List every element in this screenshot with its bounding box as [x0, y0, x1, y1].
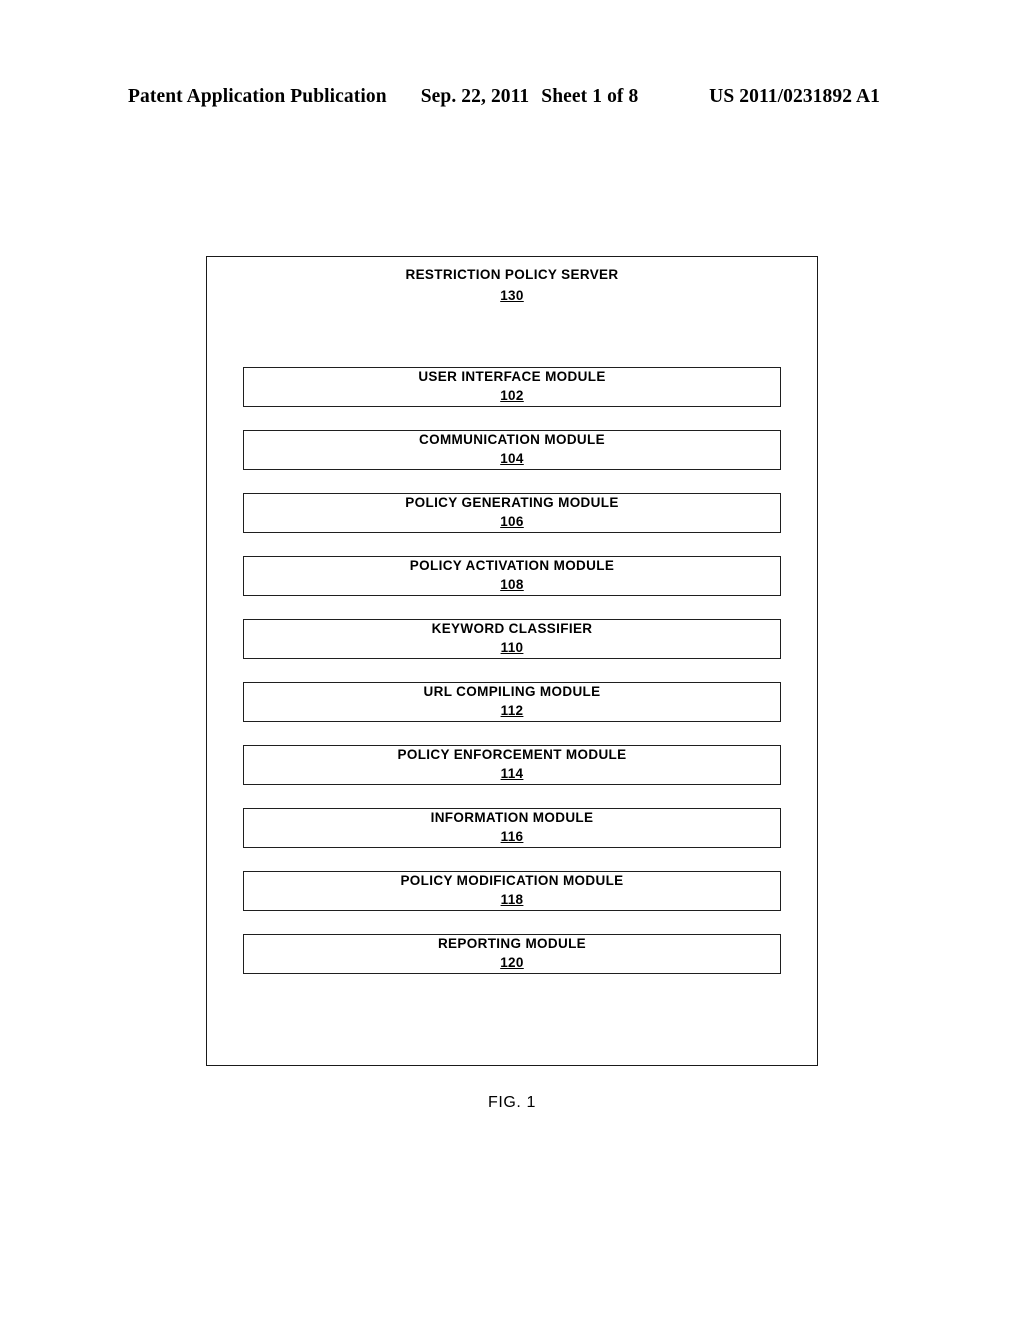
- module-label: POLICY GENERATING MODULE: [405, 495, 619, 511]
- module-policy-modification: POLICY MODIFICATION MODULE 118: [243, 871, 781, 911]
- module-label: USER INTERFACE MODULE: [418, 369, 606, 385]
- module-reference-number: 110: [500, 640, 524, 655]
- module-reference-number: 114: [500, 766, 524, 781]
- module-reference-number: 112: [500, 703, 524, 718]
- module-reference-number: 106: [500, 514, 524, 529]
- module-reference-number: 120: [500, 955, 524, 970]
- module-reference-number: 102: [500, 388, 524, 403]
- module-keyword-classifier: KEYWORD CLASSIFIER 110: [243, 619, 781, 659]
- sheet-number: Sheet 1 of 8: [541, 86, 639, 107]
- server-title-text: RESTRICTION POLICY SERVER: [405, 267, 619, 282]
- patent-number: US 2011/0231892 A1: [709, 86, 880, 107]
- module-label: COMMUNICATION MODULE: [419, 432, 605, 448]
- module-label: URL COMPILING MODULE: [423, 684, 601, 700]
- module-user-interface: USER INTERFACE MODULE 102: [243, 367, 781, 407]
- publication-label: Patent Application Publication: [128, 86, 387, 107]
- figure-caption: FIG. 1: [487, 1094, 537, 1111]
- module-reference-number: 108: [500, 577, 524, 592]
- page-header: Patent Application Publication Sep. 22, …: [128, 86, 880, 108]
- module-label: POLICY ENFORCEMENT MODULE: [397, 747, 627, 763]
- module-communication: COMMUNICATION MODULE 104: [243, 430, 781, 470]
- module-policy-activation: POLICY ACTIVATION MODULE 108: [243, 556, 781, 596]
- server-reference-number: 130: [500, 287, 524, 303]
- module-reference-number: 118: [500, 892, 524, 907]
- module-label: INFORMATION MODULE: [430, 810, 594, 826]
- module-policy-enforcement: POLICY ENFORCEMENT MODULE 114: [243, 745, 781, 785]
- module-label: POLICY MODIFICATION MODULE: [400, 873, 624, 889]
- module-policy-generating: POLICY GENERATING MODULE 106: [243, 493, 781, 533]
- module-label: POLICY ACTIVATION MODULE: [409, 558, 615, 574]
- module-reference-number: 104: [500, 451, 524, 466]
- publication-date: Sep. 22, 2011: [420, 86, 530, 107]
- module-reference-number: 116: [500, 829, 524, 844]
- restriction-policy-server-box: RESTRICTION POLICY SERVER 130 USER INTER…: [206, 256, 818, 1066]
- module-reporting: REPORTING MODULE 120: [243, 934, 781, 974]
- module-stack: USER INTERFACE MODULE 102 COMMUNICATION …: [243, 367, 781, 974]
- module-url-compiling: URL COMPILING MODULE 112: [243, 682, 781, 722]
- module-label: KEYWORD CLASSIFIER: [431, 621, 593, 637]
- module-label: REPORTING MODULE: [437, 936, 587, 952]
- module-information: INFORMATION MODULE 116: [243, 808, 781, 848]
- server-title-block: RESTRICTION POLICY SERVER 130: [207, 265, 817, 307]
